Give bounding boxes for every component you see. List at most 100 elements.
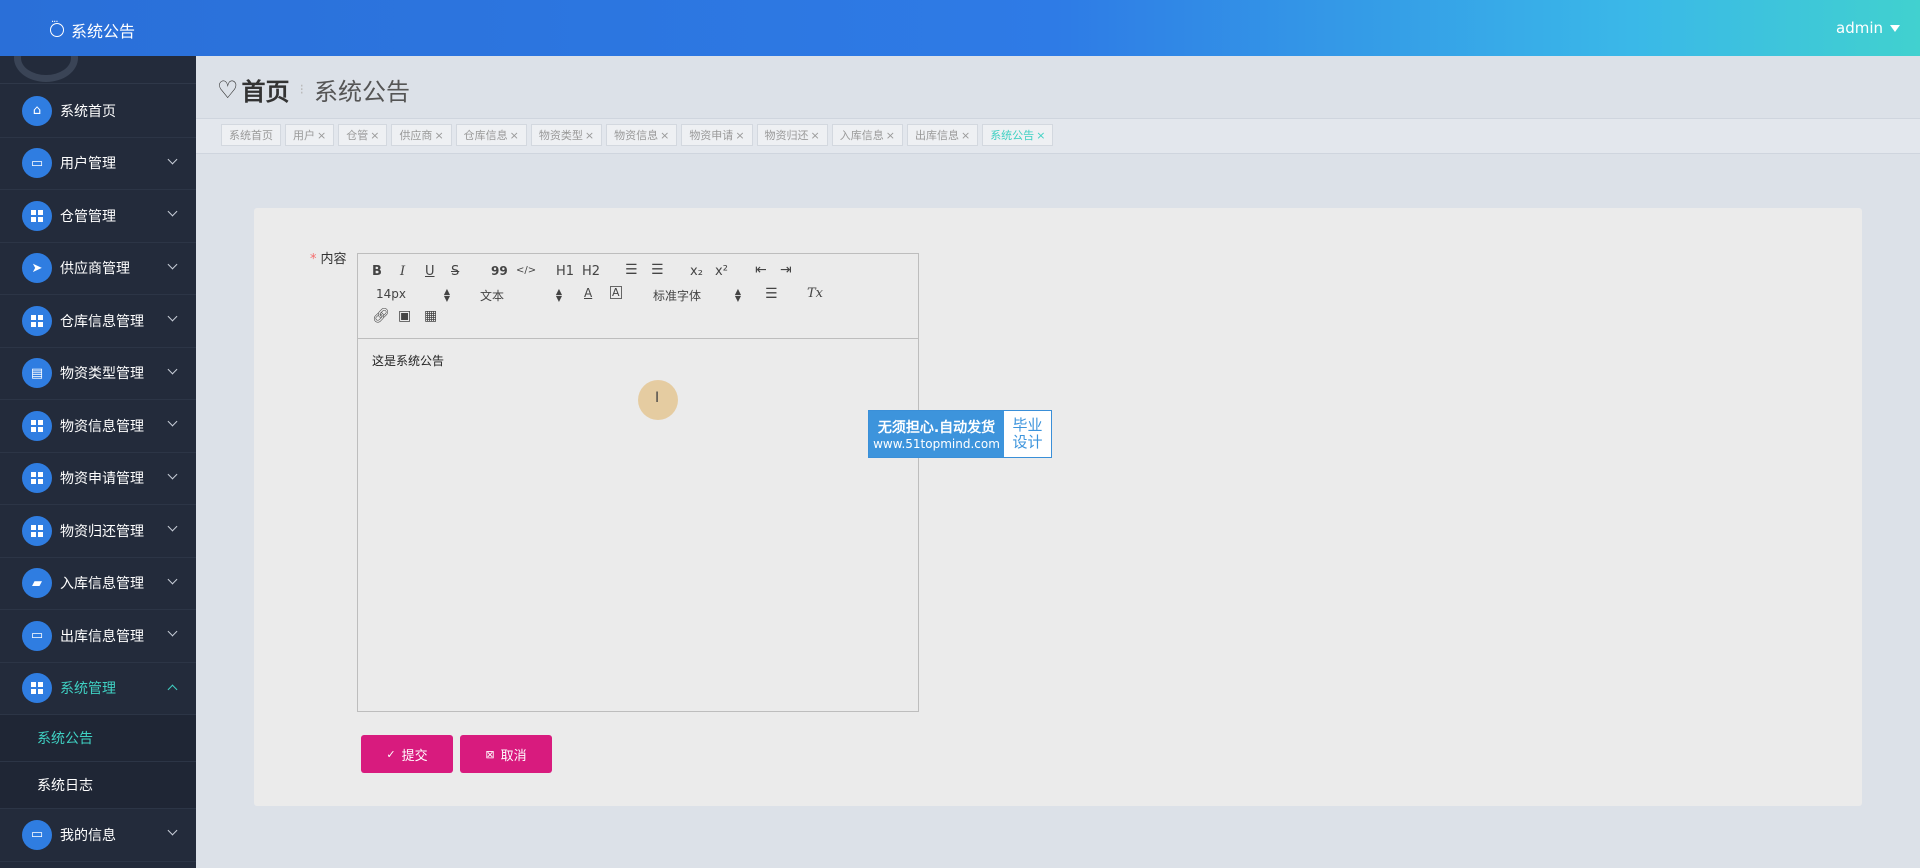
sidebar-item-label: 入库信息管理 bbox=[60, 576, 144, 593]
close-icon[interactable]: × bbox=[811, 129, 820, 142]
topbar-title-text: 系统公告 bbox=[71, 22, 136, 41]
tab-label: 供应商 bbox=[399, 129, 433, 142]
h2-button[interactable]: H2 bbox=[582, 264, 600, 279]
chevron-down-icon bbox=[167, 626, 178, 637]
close-icon[interactable]: × bbox=[370, 129, 379, 142]
divider bbox=[0, 83, 196, 84]
close-icon[interactable]: × bbox=[961, 129, 970, 142]
tab-suppliers[interactable]: 供应商 × bbox=[391, 124, 452, 146]
close-icon[interactable]: × bbox=[660, 129, 669, 142]
bullet-list-icon[interactable]: ☰ bbox=[651, 262, 664, 278]
sidebar-item-profile[interactable]: ▭ 我的信息 bbox=[0, 809, 196, 862]
sidebar-item-outbound[interactable]: ▭ 出库信息管理 bbox=[0, 610, 196, 663]
subscript-button[interactable]: x₂ bbox=[690, 264, 703, 279]
align-icon[interactable]: ☰ bbox=[765, 286, 778, 302]
ordered-list-icon[interactable]: ☰ bbox=[625, 262, 638, 278]
sidebar-item-label: 物资信息管理 bbox=[60, 418, 144, 435]
bold-button[interactable]: B bbox=[372, 264, 382, 279]
breadcrumb: ♡ 首页 ⁝ 系统公告 bbox=[217, 72, 410, 107]
sidebar-item-users[interactable]: ▭ 用户管理 bbox=[0, 138, 196, 190]
font-family-value: 标准字体 bbox=[653, 289, 702, 303]
font-size-select[interactable]: 14px ▲ ▼ bbox=[376, 287, 450, 303]
chevron-down-icon bbox=[167, 825, 178, 836]
close-icon[interactable]: × bbox=[886, 129, 895, 142]
header-select[interactable]: 文本 ▲ ▼ bbox=[480, 287, 562, 304]
tab-users[interactable]: 用户 × bbox=[285, 124, 335, 146]
tab-returns[interactable]: 物资归还 × bbox=[756, 124, 828, 146]
sidebar-item-returns[interactable]: 物资归还管理 bbox=[0, 505, 196, 558]
chevron-down-icon bbox=[167, 364, 178, 374]
sidebar-item-label: 物资归还管理 bbox=[60, 523, 144, 540]
sidebar-item-suppliers[interactable]: ➤ 供应商管理 bbox=[0, 243, 196, 295]
tab-label: 物资归还 bbox=[764, 129, 809, 142]
home-icon: ⌂ bbox=[22, 95, 52, 126]
tab-label: 物资类型 bbox=[538, 129, 583, 142]
watermark-left: 无须担心.自动发货 www.51topmind.com bbox=[869, 411, 1004, 457]
cancel-button[interactable]: ⊠ 取消 bbox=[460, 735, 552, 773]
superscript-button[interactable]: x² bbox=[715, 264, 728, 279]
book-icon: ▤ bbox=[22, 358, 52, 389]
italic-button[interactable]: I bbox=[400, 264, 405, 279]
grid-icon bbox=[22, 200, 52, 231]
clean-format-button[interactable]: Tx bbox=[807, 286, 823, 301]
quote-button[interactable]: 99 bbox=[491, 264, 508, 278]
tab-bar: 系统首页 用户 × 仓管 × 供应商 × 仓库信息 × 物资类型 × 物资信息 × 物资申请… bbox=[196, 118, 1920, 154]
tabs: 系统首页 用户 × 仓管 × 供应商 × 仓库信息 × 物资类型 × 物资信息 × 物资申请… bbox=[221, 124, 1057, 146]
sidebar-item-label: 仓库信息管理 bbox=[60, 313, 144, 330]
background-color-icon[interactable]: A bbox=[610, 286, 622, 299]
sidebar-subitem-notice[interactable]: 系统公告 bbox=[0, 715, 196, 762]
caret-down-icon[interactable] bbox=[1890, 24, 1900, 32]
outdent-icon[interactable]: ⇤ bbox=[755, 262, 767, 278]
sidebar-item-label: 供应商管理 bbox=[60, 261, 130, 278]
tab-requests[interactable]: 物资申请 × bbox=[681, 124, 753, 146]
user-menu[interactable]: admin bbox=[1836, 19, 1900, 37]
sidebar-item-warehouse[interactable]: 仓库信息管理 bbox=[0, 295, 196, 348]
tab-notice[interactable]: 系统公告 × bbox=[982, 124, 1054, 146]
tab-keepers[interactable]: 仓管 × bbox=[338, 124, 388, 146]
check-icon: ✓ bbox=[386, 747, 396, 761]
link-icon[interactable]: 🔗︎ bbox=[372, 308, 390, 324]
sidebar-item-material-types[interactable]: ▤ 物资类型管理 bbox=[0, 348, 196, 400]
close-icon[interactable]: × bbox=[434, 129, 443, 142]
code-button[interactable]: </> bbox=[516, 265, 536, 276]
h1-button[interactable]: H1 bbox=[556, 264, 574, 279]
close-icon[interactable]: × bbox=[735, 129, 744, 142]
tab-warehouse[interactable]: 仓库信息 × bbox=[455, 124, 527, 146]
tab-material-types[interactable]: 物资类型 × bbox=[530, 124, 603, 146]
submit-button[interactable]: ✓ 提交 bbox=[361, 735, 453, 773]
font-family-select[interactable]: 标准字体 ▲ ▼ bbox=[653, 287, 741, 304]
underline-button[interactable]: U bbox=[425, 264, 435, 279]
tab-home[interactable]: 系统首页 bbox=[221, 124, 281, 146]
video-icon[interactable]: ▦ bbox=[424, 308, 437, 324]
indent-icon[interactable]: ⇥ bbox=[780, 262, 792, 278]
sidebar-item-keepers[interactable]: 仓管管理 bbox=[0, 190, 196, 243]
sidebar-subitem-log[interactable]: 系统日志 bbox=[0, 762, 196, 809]
close-icon[interactable]: × bbox=[585, 129, 594, 142]
sidebar-item-home[interactable]: ⌂ 系统首页 bbox=[0, 85, 196, 138]
ticket-icon: ▰ bbox=[22, 568, 52, 599]
tab-inbound[interactable]: 入库信息 × bbox=[831, 124, 903, 146]
sidebar-item-inbound[interactable]: ▰ 入库信息管理 bbox=[0, 558, 196, 610]
close-icon[interactable]: × bbox=[1036, 129, 1045, 142]
sidebar-item-materials[interactable]: 物资信息管理 bbox=[0, 400, 196, 453]
sidebar-item-requests[interactable]: 物资申请管理 bbox=[0, 453, 196, 505]
tab-label: 系统公告 bbox=[990, 129, 1035, 142]
breadcrumb-home[interactable]: 首页 bbox=[242, 72, 290, 107]
text-color-icon[interactable]: A bbox=[584, 286, 592, 300]
username[interactable]: admin bbox=[1836, 19, 1883, 37]
watermark-line1: 无须担心.自动发货 bbox=[877, 420, 996, 436]
tab-outbound[interactable]: 出库信息 × bbox=[906, 124, 979, 146]
close-icon[interactable]: × bbox=[510, 129, 519, 142]
strike-button[interactable]: S bbox=[451, 264, 459, 279]
tab-label: 仓管 bbox=[346, 129, 369, 142]
chevron-down-icon bbox=[167, 469, 178, 479]
sidebar: ⌂ 系统首页 ▭ 用户管理 仓管管理 ➤ 供应商管理 仓库信息管理 ▤ 物资类型… bbox=[0, 56, 196, 868]
tab-materials[interactable]: 物资信息 × bbox=[606, 124, 678, 146]
sidebar-item-system[interactable]: 系统管理 bbox=[0, 663, 196, 715]
select-arrows-icon: ▲ ▼ bbox=[734, 287, 741, 303]
image-icon[interactable]: ▣ bbox=[398, 308, 411, 324]
chat-icon: ▭ bbox=[22, 148, 52, 179]
close-icon[interactable]: × bbox=[317, 129, 326, 142]
editor-content[interactable]: 这是系统公告 bbox=[372, 352, 444, 369]
watermark-right: 毕业 设计 bbox=[1004, 411, 1051, 457]
